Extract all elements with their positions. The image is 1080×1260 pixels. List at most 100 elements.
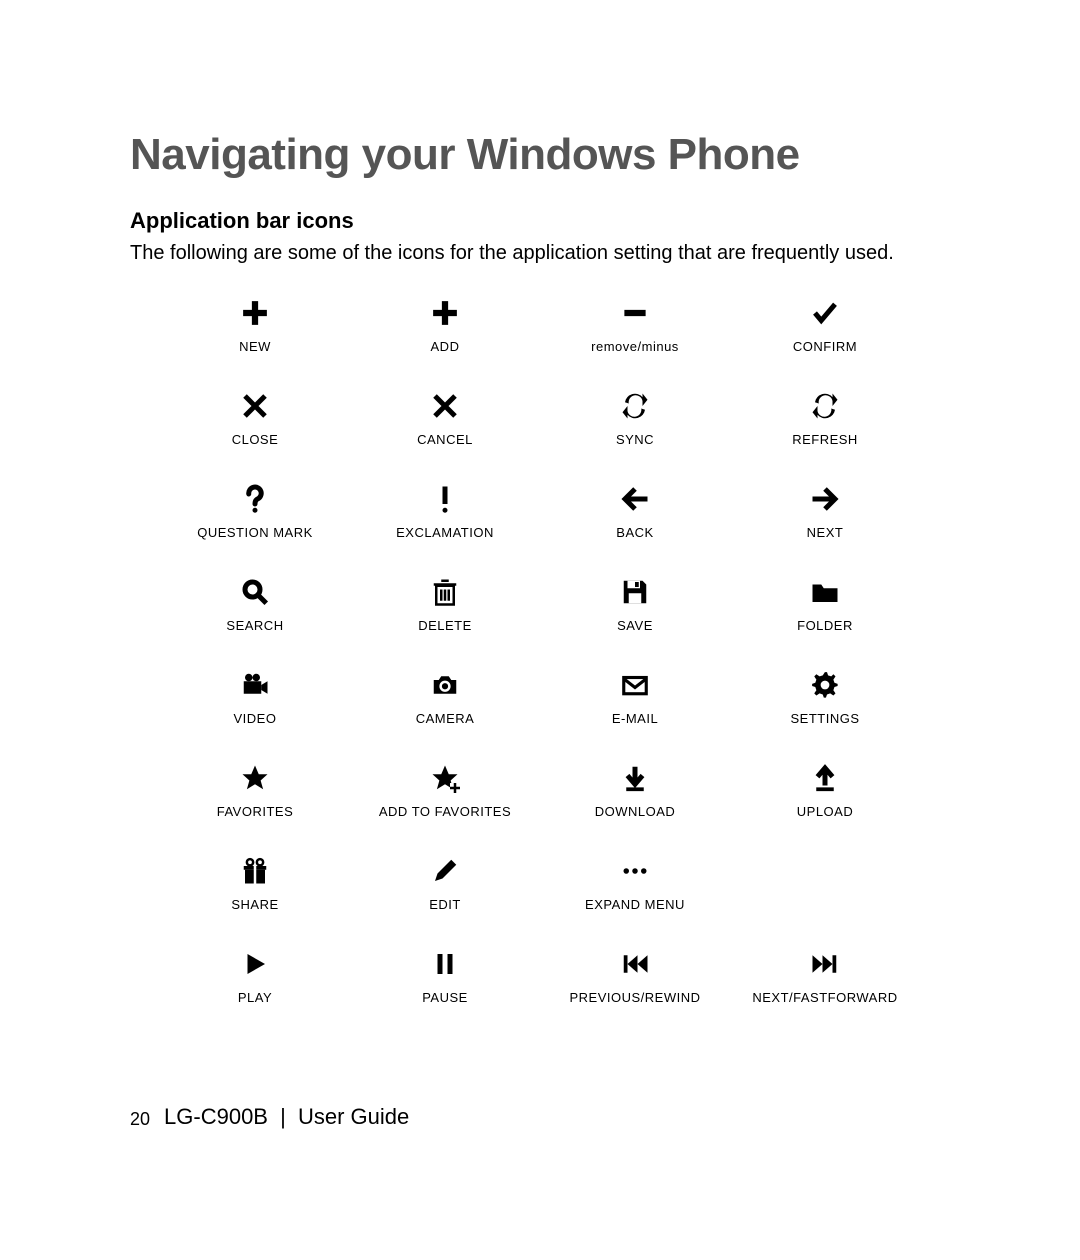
- label-confirm: CONFIRM: [793, 339, 857, 354]
- cell-confirm: CONFIRM: [730, 295, 920, 354]
- label-question: QUESTION MARK: [197, 525, 313, 540]
- cell-search: SEARCH: [160, 574, 350, 633]
- label-folder: FOLDER: [797, 618, 853, 633]
- footer-sep: |: [280, 1104, 286, 1129]
- trash-icon: [430, 574, 460, 610]
- label-save: SAVE: [617, 618, 653, 633]
- label-search: SEARCH: [226, 618, 283, 633]
- pause-icon: [430, 946, 460, 982]
- minus-icon: [620, 295, 650, 331]
- label-refresh: REFRESH: [792, 432, 858, 447]
- cell-delete: DELETE: [350, 574, 540, 633]
- cell-back: BACK: [540, 481, 730, 540]
- cell-email: E-MAIL: [540, 667, 730, 726]
- question-icon: [240, 481, 270, 517]
- cell-nextff: NEXT/FASTFORWARD: [730, 946, 920, 1005]
- cell-upload: UPLOAD: [730, 760, 920, 819]
- label-play: PLAY: [238, 990, 272, 1005]
- label-settings: SETTINGS: [790, 711, 859, 726]
- video-icon: [240, 667, 270, 703]
- dots-icon: [620, 853, 650, 889]
- plus-icon: [430, 295, 460, 331]
- cell-new: NEW: [160, 295, 350, 354]
- cell-close: CLOSE: [160, 388, 350, 447]
- gift-icon: [240, 853, 270, 889]
- cell-settings: SETTINGS: [730, 667, 920, 726]
- cell-question: QUESTION MARK: [160, 481, 350, 540]
- arrow-left-icon: [620, 481, 650, 517]
- cell-sync: SYNC: [540, 388, 730, 447]
- footer-model: LG-C900B: [164, 1104, 268, 1129]
- cell-folder: FOLDER: [730, 574, 920, 633]
- label-next: NEXT: [807, 525, 844, 540]
- label-cancel: CANCEL: [417, 432, 473, 447]
- plus-icon: [240, 295, 270, 331]
- folder-icon: [810, 574, 840, 610]
- cell-edit: EDIT: [350, 853, 540, 912]
- search-icon: [240, 574, 270, 610]
- cell-refresh: REFRESH: [730, 388, 920, 447]
- cell-save: SAVE: [540, 574, 730, 633]
- play-icon: [240, 946, 270, 982]
- label-nextff: NEXT/FASTFORWARD: [752, 990, 897, 1005]
- refresh-icon: [810, 388, 840, 424]
- label-pause: PAUSE: [422, 990, 468, 1005]
- cell-next: NEXT: [730, 481, 920, 540]
- label-upload: UPLOAD: [797, 804, 853, 819]
- label-camera: CAMERA: [416, 711, 475, 726]
- check-icon: [810, 295, 840, 331]
- cell-expand: EXPAND MENU: [540, 853, 730, 912]
- upload-icon: [810, 760, 840, 796]
- label-exclam: EXCLAMATION: [396, 525, 494, 540]
- label-download: DOWNLOAD: [595, 804, 676, 819]
- cell-cancel: CANCEL: [350, 388, 540, 447]
- camera-icon: [430, 667, 460, 703]
- footer-guide: User Guide: [298, 1104, 409, 1129]
- label-remove: remove/minus: [591, 339, 679, 354]
- icon-grid: NEW ADD remove/minus CONFIRM CLOSE: [160, 295, 920, 1005]
- label-email: E-MAIL: [612, 711, 658, 726]
- cell-remove: remove/minus: [540, 295, 730, 354]
- previous-icon: [620, 946, 650, 982]
- arrow-right-icon: [810, 481, 840, 517]
- label-back: BACK: [616, 525, 653, 540]
- label-delete: DELETE: [418, 618, 472, 633]
- intro-text: The following are some of the icons for …: [130, 240, 970, 267]
- cell-download: DOWNLOAD: [540, 760, 730, 819]
- star-plus-icon: [430, 760, 460, 796]
- cell-video: VIDEO: [160, 667, 350, 726]
- fastforward-icon: [810, 946, 840, 982]
- cell-play: PLAY: [160, 946, 350, 1005]
- cell-camera: CAMERA: [350, 667, 540, 726]
- label-expand: EXPAND MENU: [585, 897, 685, 912]
- label-new: NEW: [239, 339, 271, 354]
- save-icon: [620, 574, 650, 610]
- gear-icon: [810, 667, 840, 703]
- download-icon: [620, 760, 650, 796]
- label-video: VIDEO: [234, 711, 277, 726]
- page-footer: 20 LG-C900B | User Guide: [130, 1104, 409, 1130]
- pencil-icon: [430, 853, 460, 889]
- cell-share: SHARE: [160, 853, 350, 912]
- label-add: ADD: [431, 339, 460, 354]
- star-icon: [240, 760, 270, 796]
- cell-add: ADD: [350, 295, 540, 354]
- section-subtitle: Application bar icons: [130, 208, 970, 234]
- x-icon: [240, 388, 270, 424]
- page-number: 20: [130, 1109, 150, 1130]
- label-edit: EDIT: [429, 897, 461, 912]
- label-close: CLOSE: [232, 432, 279, 447]
- sync-icon: [620, 388, 650, 424]
- cell-addfav: ADD TO FAVORITES: [350, 760, 540, 819]
- label-prev: PREVIOUS/REWIND: [569, 990, 700, 1005]
- footer-text: LG-C900B | User Guide: [164, 1104, 409, 1130]
- exclamation-icon: [430, 481, 460, 517]
- cell-pause: PAUSE: [350, 946, 540, 1005]
- page: Navigating your Windows Phone Applicatio…: [0, 0, 1080, 1260]
- cell-favorites: FAVORITES: [160, 760, 350, 819]
- page-title: Navigating your Windows Phone: [130, 130, 970, 180]
- cell-empty: [730, 853, 920, 912]
- cell-prev: PREVIOUS/REWIND: [540, 946, 730, 1005]
- cell-exclam: EXCLAMATION: [350, 481, 540, 540]
- label-favorites: FAVORITES: [217, 804, 294, 819]
